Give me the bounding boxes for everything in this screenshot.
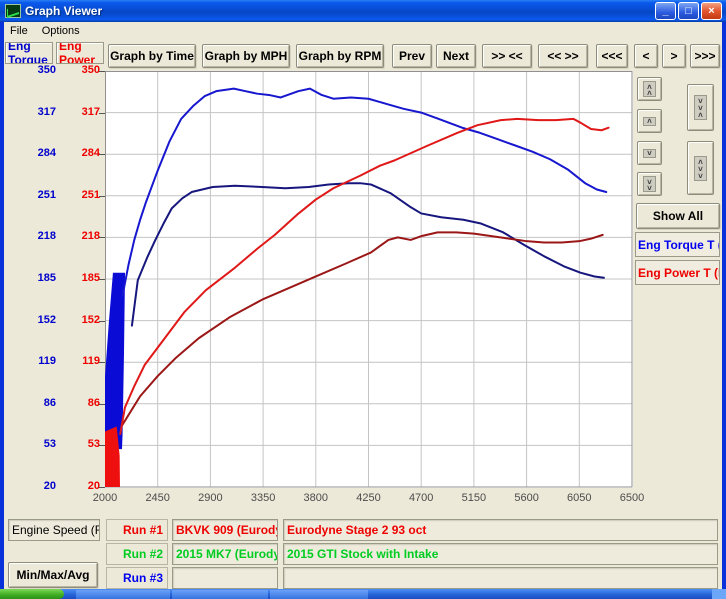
collapse-chevrons-icon: ˅˅˄	[694, 95, 707, 120]
show-all-button[interactable]: Show All	[636, 203, 720, 229]
desktop: Graph Viewer _ □ × File Options Eng Torq…	[0, 0, 726, 599]
power-axis-header[interactable]: Eng Power	[56, 42, 104, 64]
torque-tick-label: 251	[16, 189, 56, 201]
dyno-chart[interactable]	[105, 71, 633, 488]
rpm-tick-label: 3800	[292, 492, 340, 504]
step-right-button[interactable]: >	[662, 44, 686, 68]
run1-label: Run #1	[106, 519, 168, 541]
torque-tick-label: 350	[16, 64, 56, 76]
rpm-tick-label: 6500	[608, 492, 656, 504]
legend-power[interactable]: Eng Power T (HP)	[635, 260, 720, 285]
Run #2 Eng Power T (HP)	[121, 232, 602, 426]
torque-tick-label: 284	[16, 147, 56, 159]
next-button[interactable]: Next	[436, 44, 476, 68]
torque-tick-label: 119	[16, 355, 56, 367]
power-tick-label: 152	[60, 314, 100, 326]
run1-file-field[interactable]: BKVK 909 (Eurodyne, B	[172, 519, 278, 541]
scroll-up-button[interactable]: ˄	[637, 109, 662, 133]
graph-by-mph-button[interactable]: Graph by MPH	[202, 44, 290, 68]
step-left-button[interactable]: <	[634, 44, 658, 68]
scroll-down-button[interactable]: ˅	[637, 141, 662, 165]
run3-label: Run #3	[106, 567, 168, 589]
run1-desc-field[interactable]: Eurodyne Stage 2 93 oct	[283, 519, 718, 541]
zoom-out-y-button[interactable]: ˄˅˅	[687, 141, 714, 195]
torque-axis-header[interactable]: Eng Torque	[5, 42, 53, 64]
rpm-tick-label: 4700	[397, 492, 445, 504]
menu-bar: File Options	[4, 22, 722, 40]
rpm-tick-label: 5150	[450, 492, 498, 504]
window-title: Graph Viewer	[25, 4, 102, 18]
power-tick-label: 86	[60, 397, 100, 409]
run2-desc-field[interactable]: 2015 GTI Stock with Intake	[283, 543, 718, 565]
start-button[interactable]	[0, 589, 64, 599]
scroll-down-fast-button[interactable]: ˅˅	[637, 172, 662, 196]
torque-tick-label: 218	[16, 230, 56, 242]
up-chevron-icon: ˄	[643, 117, 656, 126]
run3-file-field[interactable]	[172, 567, 278, 589]
torque-tick-label: 152	[16, 314, 56, 326]
taskbar-item[interactable]	[270, 590, 368, 599]
power-tick-label: 317	[60, 106, 100, 118]
double-up-chevron-icon: ˄˄	[643, 81, 656, 97]
torque-tick-label: 53	[16, 438, 56, 450]
zoom-out-x-button[interactable]: << >>	[538, 44, 588, 68]
minimize-button[interactable]: _	[655, 2, 676, 20]
rpm-tick-label: 4250	[345, 492, 393, 504]
title-bar[interactable]: Graph Viewer _ □ ×	[0, 0, 726, 22]
Run #1 Eng Power T (HP)	[120, 119, 608, 434]
power-tick-label: 185	[60, 272, 100, 284]
power-tick-label: 284	[60, 147, 100, 159]
rpm-tick-label: 6050	[555, 492, 603, 504]
rpm-tick-label: 3350	[239, 492, 287, 504]
scroll-up-fast-button[interactable]: ˄˄	[637, 77, 662, 101]
taskbar-item[interactable]	[172, 590, 268, 599]
power-tick-label: 218	[60, 230, 100, 242]
run3-desc-field[interactable]	[283, 567, 718, 589]
down-chevron-icon: ˅	[643, 149, 656, 158]
rpm-tick-label: 2450	[134, 492, 182, 504]
page-first-button[interactable]: <<<	[596, 44, 628, 68]
taskbar-item[interactable]	[76, 590, 170, 599]
graph-by-time-button[interactable]: Graph by Time	[108, 44, 196, 68]
power-tick-label: 53	[60, 438, 100, 450]
page-last-button[interactable]: >>>	[690, 44, 720, 68]
system-tray	[712, 589, 726, 599]
zoom-in-y-button[interactable]: ˅˅˄	[687, 84, 714, 131]
power-tick-label: 20	[60, 480, 100, 492]
x-axis-label-box: Engine Speed (RPM	[8, 519, 100, 541]
menu-options[interactable]: Options	[42, 25, 80, 37]
graph-by-rpm-button[interactable]: Graph by RPM	[296, 44, 384, 68]
window-border-right	[722, 22, 726, 589]
window-border-left	[0, 22, 4, 589]
app-icon	[5, 4, 21, 18]
legend-torque[interactable]: Eng Torque T (Ft-l	[635, 232, 720, 257]
torque-tick-label: 86	[16, 397, 56, 409]
torque-tick-label: 185	[16, 272, 56, 284]
rpm-tick-label: 5600	[503, 492, 551, 504]
zoom-in-x-button[interactable]: >> <<	[482, 44, 532, 68]
taskbar[interactable]	[0, 589, 726, 599]
maximize-button[interactable]: □	[678, 2, 699, 20]
rpm-tick-label: 2000	[81, 492, 129, 504]
close-button[interactable]: ×	[701, 2, 722, 20]
expand-chevrons-icon: ˄˅˅	[694, 156, 707, 181]
run2-file-field[interactable]: 2015 MK7 (Eurodyne, E	[172, 543, 278, 565]
menu-file[interactable]: File	[10, 25, 28, 37]
min-max-avg-button[interactable]: Min/Max/Avg	[8, 562, 98, 588]
run2-label: Run #2	[106, 543, 168, 565]
power-tick-label: 350	[60, 64, 100, 76]
prev-button[interactable]: Prev	[392, 44, 432, 68]
rpm-tick-label: 2900	[186, 492, 234, 504]
torque-tick-label: 317	[16, 106, 56, 118]
power-tick-label: 119	[60, 355, 100, 367]
double-down-chevron-icon: ˅˅	[643, 176, 656, 192]
torque-tick-label: 20	[16, 480, 56, 492]
power-tick-label: 251	[60, 189, 100, 201]
